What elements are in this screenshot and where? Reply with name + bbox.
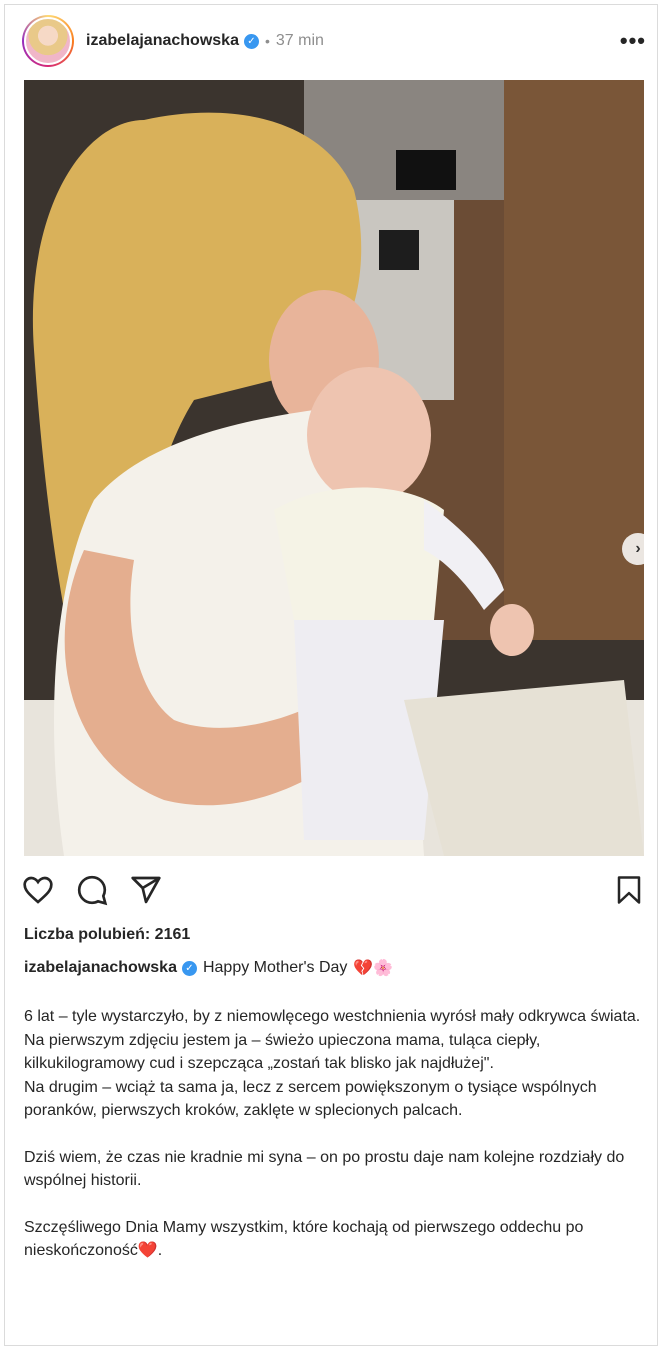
caption-username[interactable]: izabelajanachowska: [24, 959, 177, 977]
post-photo[interactable]: ›: [24, 80, 644, 856]
caption-body: 6 lat – tyle wystarczyło, by z niemowlęc…: [24, 1005, 649, 1263]
separator-dot: •: [264, 33, 270, 49]
caption-paragraph: Szczęśliwego Dnia Mamy wszystkim, które …: [24, 1218, 584, 1260]
heart-icon[interactable]: [22, 874, 56, 908]
caption-paragraph: Dziś wiem, że czas nie kradnie mi syna –…: [24, 1148, 625, 1190]
post-time[interactable]: 37 min: [276, 32, 324, 50]
more-options-icon[interactable]: •••: [620, 30, 646, 52]
post-actions: [22, 874, 646, 908]
caption-emojis: 💔🌸: [353, 960, 394, 977]
likes-count[interactable]: Liczba polubień: 2161: [24, 926, 190, 944]
username-link[interactable]: izabelajanachowska: [86, 32, 239, 50]
share-icon[interactable]: [130, 874, 164, 908]
caption-headline: izabelajanachowska ✓ Happy Mother's Day …: [24, 958, 393, 978]
post-header: izabelajanachowska ✓ • 37 min •••: [22, 14, 646, 68]
verified-badge-icon: ✓: [243, 33, 259, 49]
bookmark-icon[interactable]: [614, 874, 648, 908]
caption-paragraph: Na pierwszym zdjęciu jestem ja – świeżo …: [24, 1031, 541, 1073]
caption-paragraph: Na drugim – wciąż ta sama ja, lecz z ser…: [24, 1078, 597, 1120]
comment-icon[interactable]: [76, 874, 110, 908]
verified-badge-icon: ✓: [181, 960, 197, 976]
chevron-right-icon: ›: [635, 540, 641, 557]
avatar-image: [24, 17, 72, 65]
caption-title: Happy Mother's Day: [202, 959, 348, 976]
caption-paragraph: 6 lat – tyle wystarczyło, by z niemowlęc…: [24, 1008, 641, 1025]
photo-illustration: [24, 80, 644, 856]
avatar[interactable]: [22, 15, 74, 67]
